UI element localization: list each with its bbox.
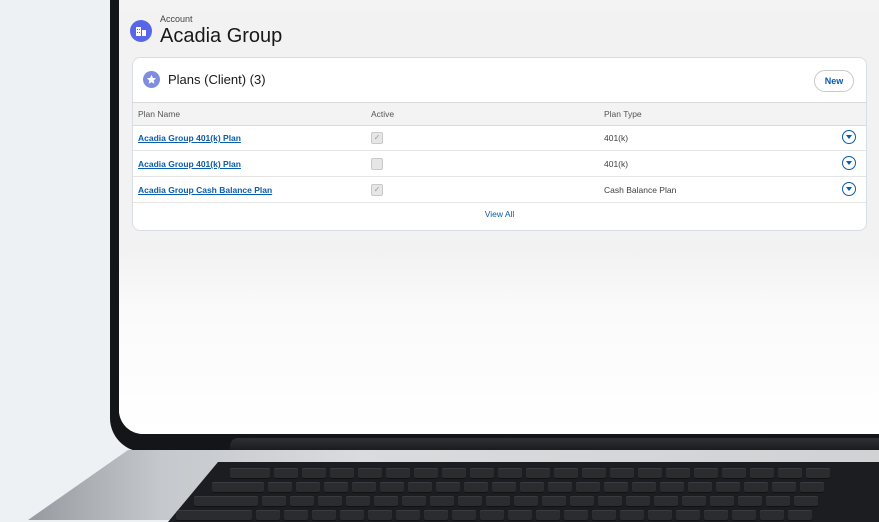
column-header-plan-type[interactable]: Plan Type <box>604 109 642 119</box>
account-icon <box>130 20 152 42</box>
related-list-title[interactable]: Plans (Client) (3) <box>168 72 266 87</box>
chevron-down-icon <box>846 134 852 139</box>
active-checkbox <box>371 158 383 170</box>
plan-type-cell: Cash Balance Plan <box>604 185 677 195</box>
row-actions-button[interactable] <box>842 156 856 170</box>
laptop-screen: Account Acadia Group Plans (Client) (3) … <box>119 0 879 434</box>
chevron-down-icon <box>846 186 852 191</box>
view-all-link[interactable]: View All <box>133 209 866 219</box>
laptop-keyboard <box>168 462 879 522</box>
laptop-hinge <box>230 438 879 450</box>
row-actions-button[interactable] <box>842 130 856 144</box>
object-type-label: Account <box>160 14 193 24</box>
key-row <box>212 482 824 493</box>
key-row <box>194 496 818 507</box>
active-checkbox: ✓ <box>371 184 383 196</box>
record-title: Acadia Group <box>160 25 283 47</box>
table-row: Acadia Group Cash Balance Plan ✓ Cash Ba… <box>133 177 866 203</box>
column-header-active[interactable]: Active <box>371 109 394 119</box>
active-checkbox: ✓ <box>371 132 383 144</box>
plans-related-list: Plans (Client) (3) New Plan Name Active … <box>132 57 867 231</box>
column-header-plan-name[interactable]: Plan Name <box>138 109 180 119</box>
plan-name-link[interactable]: Acadia Group 401(k) Plan <box>138 133 241 143</box>
screen-top-strip <box>119 0 879 10</box>
table-row: Acadia Group 401(k) Plan 401(k) <box>133 151 866 177</box>
plan-type-cell: 401(k) <box>604 159 629 169</box>
star-icon <box>143 71 160 88</box>
plan-name-link[interactable]: Acadia Group 401(k) Plan <box>138 159 241 169</box>
chevron-down-icon <box>846 160 852 165</box>
table-row: Acadia Group 401(k) Plan ✓ 401(k) <box>133 125 866 151</box>
table-header: Plan Name Active Plan Type <box>133 102 866 126</box>
row-actions-button[interactable] <box>842 182 856 196</box>
new-button[interactable]: New <box>814 70 854 92</box>
key-row <box>176 510 812 521</box>
plan-name-link[interactable]: Acadia Group Cash Balance Plan <box>138 185 272 195</box>
key-row <box>230 468 830 479</box>
plan-type-cell: 401(k) <box>604 133 629 143</box>
